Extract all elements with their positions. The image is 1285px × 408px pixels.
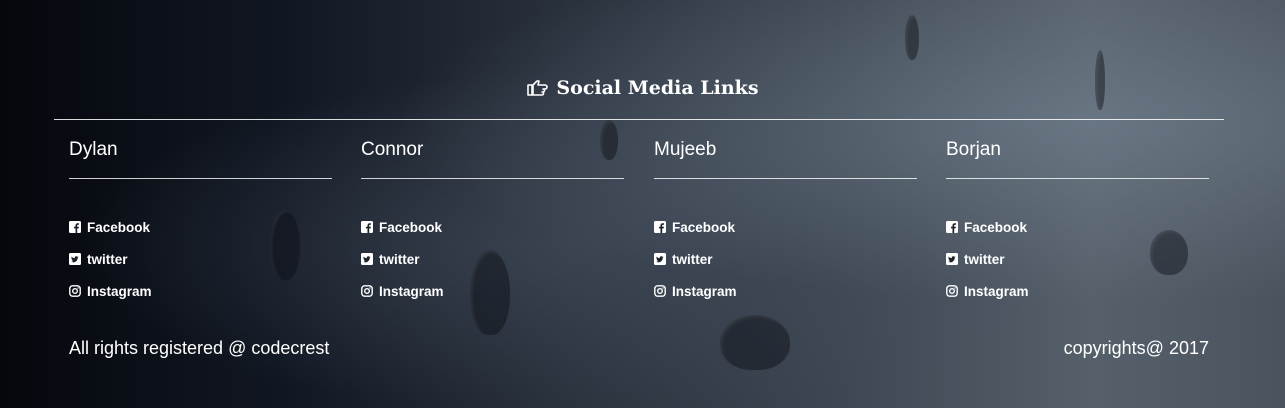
facebook-icon xyxy=(361,221,373,233)
member-divider xyxy=(69,178,332,179)
member-name: Borjan xyxy=(946,139,1001,160)
member-column-dylan: Dylan Facebook twitter Instagram xyxy=(69,130,332,307)
twitter-link[interactable]: twitter xyxy=(69,243,332,275)
member-column-mujeeb: Mujeeb Facebook twitter Instagram xyxy=(654,130,917,307)
link-label: Facebook xyxy=(87,219,151,235)
link-label: Facebook xyxy=(379,219,443,235)
member-name: Connor xyxy=(361,139,424,160)
link-label: Facebook xyxy=(672,219,736,235)
twitter-link[interactable]: twitter xyxy=(946,243,1209,275)
link-label: Instagram xyxy=(964,283,1029,299)
twitter-icon xyxy=(654,253,666,265)
link-label: twitter xyxy=(964,251,1005,267)
heading-divider xyxy=(54,119,1224,120)
instagram-icon xyxy=(654,285,666,297)
member-divider xyxy=(654,178,917,179)
rights-text: All rights registered @ codecrest xyxy=(69,338,330,358)
hand-pointing-icon xyxy=(527,80,549,96)
section-heading: Social Media Links xyxy=(0,74,1285,102)
member-links: Facebook twitter Instagram xyxy=(361,211,624,307)
facebook-link[interactable]: Facebook xyxy=(361,211,624,243)
heading-title: Social Media Links xyxy=(556,77,759,99)
twitter-link[interactable]: twitter xyxy=(361,243,624,275)
member-column-connor: Connor Facebook twitter Instagram xyxy=(361,130,624,307)
twitter-icon xyxy=(69,253,81,265)
member-name: Dylan xyxy=(69,139,118,160)
instagram-icon xyxy=(946,285,958,297)
raindrop-decoration xyxy=(905,15,919,60)
link-label: Instagram xyxy=(87,283,152,299)
twitter-link[interactable]: twitter xyxy=(654,243,917,275)
link-label: twitter xyxy=(379,251,420,267)
instagram-link[interactable]: Instagram xyxy=(654,275,917,307)
instagram-link[interactable]: Instagram xyxy=(946,275,1209,307)
twitter-icon xyxy=(946,253,958,265)
facebook-link[interactable]: Facebook xyxy=(69,211,332,243)
footer-section: Social Media Links Dylan Facebook twitte… xyxy=(0,0,1285,408)
member-links: Facebook twitter Instagram xyxy=(69,211,332,307)
raindrop-decoration xyxy=(720,315,790,370)
twitter-icon xyxy=(361,253,373,265)
member-divider xyxy=(361,178,624,179)
link-label: Instagram xyxy=(672,283,737,299)
link-label: Instagram xyxy=(379,283,444,299)
instagram-link[interactable]: Instagram xyxy=(69,275,332,307)
facebook-link[interactable]: Facebook xyxy=(654,211,917,243)
facebook-icon xyxy=(69,221,81,233)
link-label: twitter xyxy=(87,251,128,267)
facebook-link[interactable]: Facebook xyxy=(946,211,1209,243)
link-label: Facebook xyxy=(964,219,1028,235)
instagram-link[interactable]: Instagram xyxy=(361,275,624,307)
member-name: Mujeeb xyxy=(654,139,717,160)
copyright-text: copyrights@ 2017 xyxy=(1063,338,1209,358)
member-column-borjan: Borjan Facebook twitter Instagram xyxy=(946,130,1209,307)
member-divider xyxy=(946,178,1209,179)
instagram-icon xyxy=(69,285,81,297)
member-links: Facebook twitter Instagram xyxy=(654,211,917,307)
instagram-icon xyxy=(361,285,373,297)
facebook-icon xyxy=(654,221,666,233)
facebook-icon xyxy=(946,221,958,233)
link-label: twitter xyxy=(672,251,713,267)
member-links: Facebook twitter Instagram xyxy=(946,211,1209,307)
